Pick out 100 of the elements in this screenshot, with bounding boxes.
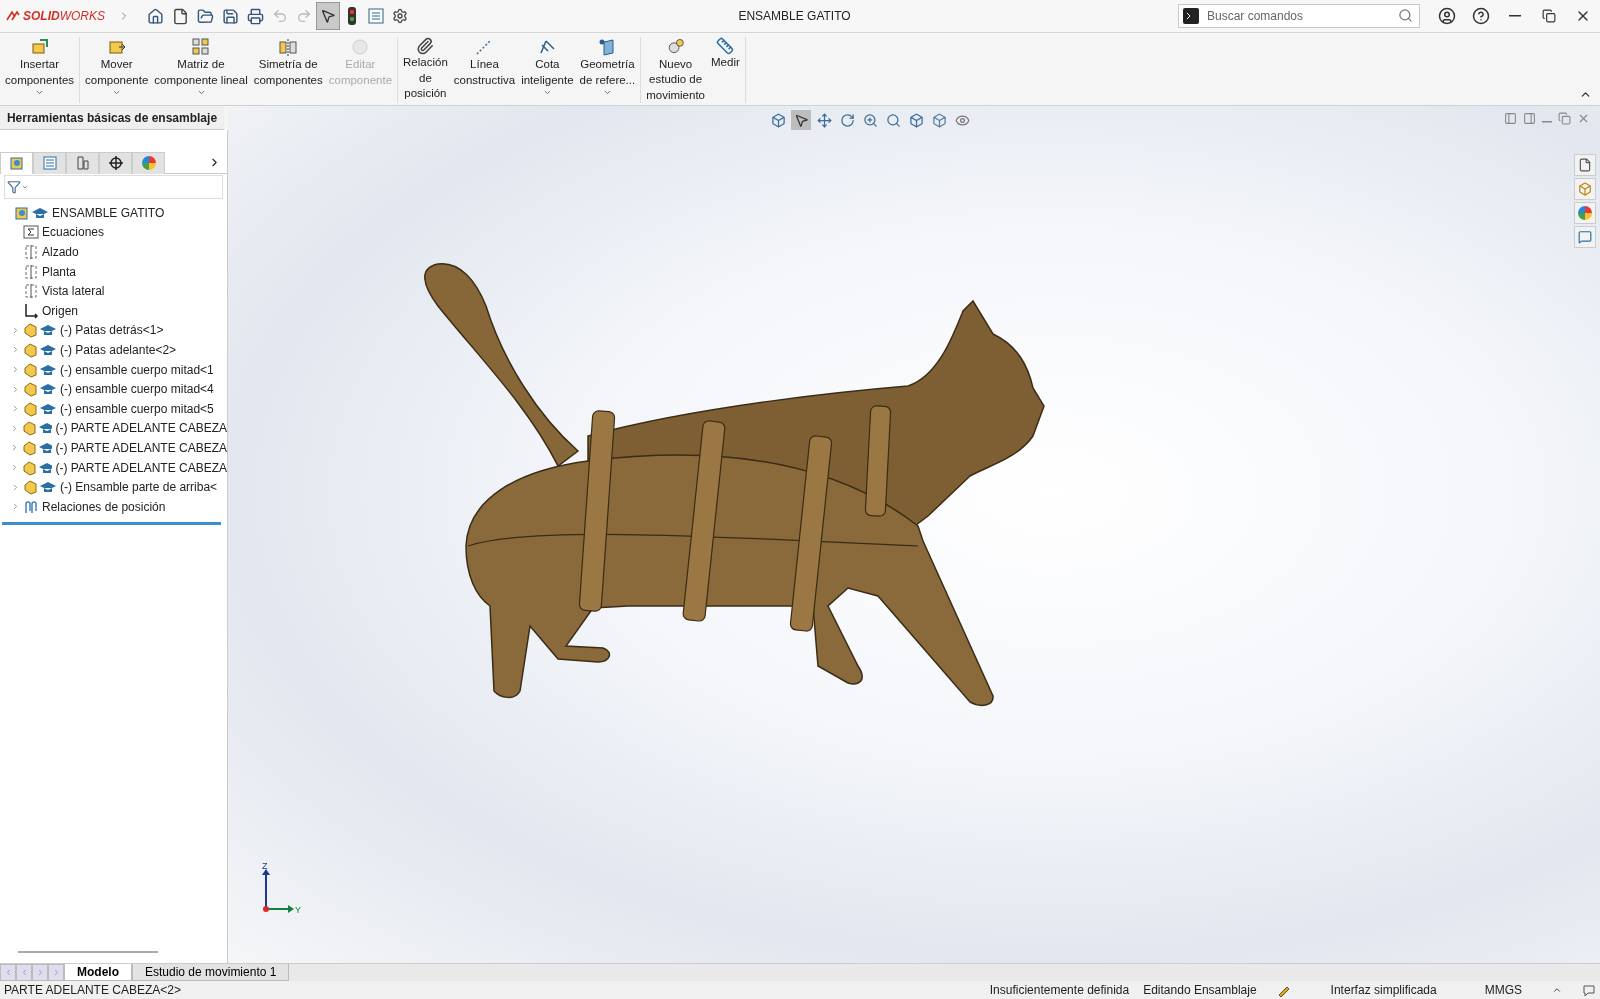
- pointer-icon: [320, 8, 336, 24]
- tree-item-label[interactable]: Ecuaciones: [42, 225, 105, 240]
- ribbon-command[interactable]: Insertar componentes: [2, 37, 78, 103]
- mates-icon: [23, 498, 39, 515]
- file-icon: [1578, 158, 1592, 172]
- bottom-tab[interactable]: Estudio de movimiento 1: [132, 964, 290, 981]
- sigma-icon: [23, 224, 39, 241]
- ribbon-command[interactable]: Matriz de componente lineal: [151, 37, 251, 103]
- ribbon-command[interactable]: Línea constructiva: [450, 37, 519, 103]
- tree-item-label[interactable]: (-) PARTE ADELANTE CABEZA: [55, 440, 227, 455]
- ribbon-command[interactable]: Relación de posición: [400, 37, 451, 103]
- mirror-icon: [278, 37, 299, 57]
- minimize-icon: [1509, 15, 1521, 17]
- ribbon-command[interactable]: Geometría de refere...: [576, 37, 639, 103]
- tree-item-label[interactable]: (-) Patas adelante<2>: [60, 342, 177, 357]
- filter-icon: [7, 180, 21, 194]
- restore-icon[interactable]: [1558, 112, 1571, 125]
- search-field[interactable]: Buscar comandos: [1178, 4, 1420, 28]
- cube-icon: [770, 112, 786, 128]
- select-tool-button[interactable]: [791, 110, 811, 130]
- component-icon: [23, 479, 57, 496]
- tree-item-label[interactable]: Relaciones de posición: [42, 499, 166, 514]
- move-icon: [816, 112, 832, 128]
- plane-icon: [23, 263, 39, 280]
- tree-item-label[interactable]: (-) ensamble cuerpo mitad<1: [60, 362, 214, 377]
- home-icon: [147, 7, 164, 25]
- definition-status: Insuficientemente definida: [989, 983, 1130, 997]
- zoom-in-icon: [862, 112, 878, 128]
- tree-item-label[interactable]: (-) ensamble cuerpo mitad<4: [60, 382, 214, 397]
- tree-item-label[interactable]: (-) Patas detrás<1>: [60, 323, 164, 338]
- scrollbar[interactable]: [18, 951, 158, 953]
- ribbon-command[interactable]: Medir: [708, 37, 743, 103]
- tree-item-label[interactable]: (-) PARTE ADELANTE CABEZA: [55, 460, 227, 475]
- component-icon: [23, 341, 57, 358]
- color-wheel-icon: [140, 155, 157, 171]
- resources-button[interactable]: [1574, 154, 1596, 176]
- origin-icon: [23, 302, 39, 319]
- terminal-icon: [1183, 8, 1199, 24]
- interface-status[interactable]: Interfaz simplificada: [1330, 983, 1437, 997]
- tree-item-label[interactable]: ENSAMBLE GATITO: [52, 205, 165, 220]
- caret-icon: [196, 88, 206, 97]
- ribbon-tab[interactable]: Herramientas básicas de ensamblaje: [0, 106, 224, 130]
- forum-button[interactable]: [1574, 226, 1596, 248]
- restore-icon: [1542, 9, 1556, 23]
- component-icon: [23, 361, 57, 378]
- ribbon-command[interactable]: Mover componente: [82, 37, 152, 103]
- minimize-icon[interactable]: [1542, 121, 1552, 123]
- filter-field[interactable]: [4, 175, 223, 199]
- units-caret-icon[interactable]: [1552, 985, 1562, 995]
- panel-left-icon[interactable]: [1504, 112, 1517, 125]
- configuration-icon: [74, 155, 91, 171]
- insert-component-icon: [29, 37, 50, 57]
- panel-tab[interactable]: [99, 151, 132, 174]
- panel-right-icon[interactable]: [1523, 112, 1536, 125]
- magnifier-icon: [885, 112, 901, 128]
- appearance-button[interactable]: [1574, 202, 1596, 224]
- library-button[interactable]: [1574, 178, 1596, 200]
- caret-icon: [21, 183, 29, 191]
- ribbon-command[interactable]: Nuevo estudio de movimiento: [643, 37, 708, 103]
- cube-icon: [1578, 182, 1592, 196]
- caret-icon: [112, 88, 122, 97]
- ribbon-command[interactable]: Cota inteligente: [518, 37, 577, 103]
- tree-item-label[interactable]: Planta: [42, 264, 77, 279]
- pointer-icon: [793, 112, 809, 128]
- app-logo: SOLIDWORKS: [0, 9, 118, 23]
- ruler-icon: [716, 37, 735, 55]
- user-icon: [1438, 7, 1456, 25]
- caret-icon: [35, 88, 44, 97]
- feature-tree-icon: [8, 155, 25, 171]
- units-status[interactable]: MMGS: [1484, 983, 1522, 997]
- close-icon[interactable]: [1577, 112, 1590, 125]
- select-button[interactable]: [317, 3, 339, 29]
- tree-item-label[interactable]: Alzado: [42, 245, 79, 259]
- redo-icon: [296, 8, 312, 24]
- caret-icon: [542, 88, 552, 97]
- traffic-light-icon: [348, 7, 356, 25]
- tree-item-label[interactable]: Vista lateral: [42, 284, 105, 299]
- caret-icon: [602, 88, 612, 97]
- chat-icon: [1578, 230, 1592, 244]
- list-icon: [368, 8, 384, 24]
- axis-triad-drawing: Z Y: [262, 861, 301, 915]
- bottom-tab[interactable]: Modelo: [64, 964, 132, 981]
- tree-item-label[interactable]: (-) Ensamble parte de arriba<: [60, 480, 218, 495]
- component-icon: [22, 459, 53, 476]
- crosshair-icon: [107, 155, 124, 171]
- printer-icon: [247, 7, 264, 25]
- paperclip-icon: [416, 37, 435, 55]
- chat-icon[interactable]: [1582, 983, 1596, 997]
- ribbon-command[interactable]: Simetría de componentes: [250, 37, 326, 103]
- edit-component-icon: [350, 37, 371, 57]
- pattern-icon: [191, 37, 211, 57]
- component-icon: [22, 420, 53, 437]
- tree-item-label[interactable]: (-) ensamble cuerpo mitad<5: [60, 401, 214, 416]
- tree-item-label[interactable]: (-) PARTE ADELANTE CABEZA: [55, 421, 227, 436]
- component-icon: [23, 400, 57, 417]
- assembly-icon: [15, 204, 49, 221]
- component-icon: [23, 322, 57, 339]
- cube-icon: [931, 112, 947, 128]
- search-icon: [1398, 8, 1413, 23]
- tree-item-label[interactable]: Origen: [42, 303, 79, 318]
